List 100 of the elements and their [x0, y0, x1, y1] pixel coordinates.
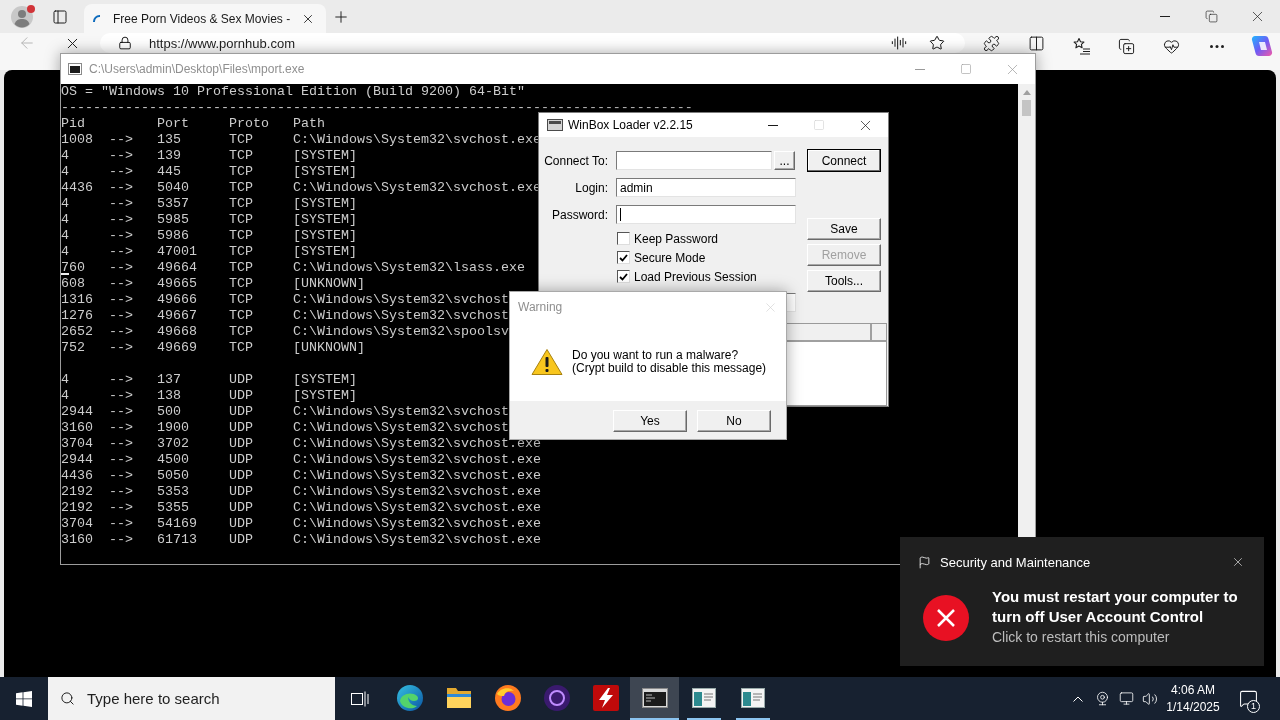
protocol-text: TCP	[229, 308, 253, 324]
dialog-button[interactable]: Tools...	[807, 270, 881, 292]
port-text: 49667	[157, 308, 197, 324]
dialog-button[interactable]: Yes	[613, 410, 687, 432]
arrow-text: -->	[109, 340, 133, 356]
task-view-icon	[351, 690, 369, 707]
pid-text: 4	[61, 228, 69, 243]
pid-text: 2652	[61, 324, 93, 339]
arrow-text: -->	[109, 452, 133, 468]
checkbox[interactable]	[617, 270, 630, 283]
path-text: C:\Windows\System32\svchost	[293, 308, 509, 324]
pid-text: 1316	[61, 292, 93, 307]
field-label: Password:	[550, 207, 608, 222]
address-field[interactable]: https://www.pornhub.com	[100, 33, 965, 53]
pid-text: 3704	[61, 436, 93, 451]
checkbox-label: Secure Mode	[634, 250, 706, 265]
path-text: C:\Windows\System32\svchost.exe	[293, 180, 541, 196]
checkbox-label: Load Previous Session	[634, 269, 757, 284]
monitor-icon	[1118, 691, 1134, 706]
port-text: 4500	[157, 452, 189, 468]
arrow-text: -->	[109, 244, 133, 260]
pid-text: 4	[61, 244, 69, 259]
path-text: C:\Windows\System32\svchost.exe	[293, 532, 541, 548]
column-header: Port	[157, 116, 189, 132]
folder-icon	[445, 686, 472, 709]
path-text: C:\Windows\System32\lsass.exe	[293, 260, 525, 276]
path-text: C:\Windows\System32\svchost.exe	[293, 468, 541, 484]
port-text: 49668	[157, 324, 197, 340]
flame-orb-icon	[494, 684, 521, 711]
protocol-text: TCP	[229, 324, 253, 340]
pid-text: 2192	[61, 484, 93, 499]
dashed-line-text: -------------------------------------------------------------------------------	[61, 100, 693, 116]
port-text: 5353	[157, 484, 189, 500]
port-text: 5040	[157, 180, 189, 196]
dialog-message: Do you want to run a malware? (Crypt build to disable this message)	[572, 348, 767, 375]
dialog-button[interactable]: No	[697, 410, 771, 432]
checkmark-icon	[619, 253, 628, 262]
dialog-button[interactable]: Save	[807, 218, 881, 240]
pid-text: 4436	[61, 180, 93, 195]
restore-icon	[1204, 10, 1218, 23]
arrow-text: -->	[109, 276, 133, 292]
port-text: 5986	[157, 228, 189, 244]
path-text: [SYSTEM]	[293, 212, 357, 228]
ring-icon	[543, 684, 570, 711]
path-text: [SYSTEM]	[293, 164, 357, 180]
toast-app-name: Security and Maintenance	[940, 554, 1091, 570]
connect-button[interactable]: Connect	[807, 149, 881, 172]
panel-icon	[52, 8, 68, 25]
browse-button[interactable]: ...	[774, 151, 795, 170]
pid-text: 3704	[61, 516, 93, 531]
pid-text: 2944	[61, 404, 93, 419]
arrow-text: -->	[109, 260, 133, 276]
path-text: C:\Windows\System32\svchost.exe	[293, 452, 541, 468]
port-text: 49664	[157, 260, 197, 276]
toast-message[interactable]: Click to restart this computer	[992, 627, 1170, 647]
lightning-tile-icon	[592, 684, 619, 711]
port-text: 54169	[157, 516, 197, 532]
notification-button[interactable]: 1	[1224, 677, 1272, 720]
port-text: 47001	[157, 244, 197, 260]
browser-tab[interactable]: Free Porn Videos & Sex Movies -	[84, 4, 326, 33]
arrow-text: -->	[109, 420, 133, 436]
protocol-text: UDP	[229, 516, 253, 532]
input-field[interactable]	[616, 151, 772, 170]
notification-badge: 1	[1247, 700, 1260, 713]
star-list-icon	[1072, 37, 1091, 55]
protocol-text: UDP	[229, 372, 253, 388]
arrow-text: -->	[109, 196, 133, 212]
arrow-text: -->	[109, 532, 133, 548]
checkbox[interactable]	[617, 251, 630, 264]
pid-text: 4	[61, 148, 69, 163]
split-screen-icon	[1028, 34, 1045, 52]
checkbox[interactable]	[617, 232, 630, 245]
protocol-text: UDP	[229, 436, 253, 452]
audio-lines-icon[interactable]	[891, 35, 907, 51]
message-icon	[1238, 689, 1258, 708]
path-text: [SYSTEM]	[293, 388, 357, 404]
path-text: C:\Windows\System32\svchost	[293, 292, 509, 308]
protocol-text: UDP	[229, 388, 253, 404]
protocol-text: UDP	[229, 452, 253, 468]
arrow-text: -->	[109, 516, 133, 532]
maximize-icon	[960, 63, 972, 75]
input-field[interactable]	[616, 205, 796, 224]
scrollbar-thumb[interactable]	[1022, 100, 1031, 116]
port-text: 1900	[157, 420, 189, 436]
terminal-window-icon	[641, 687, 668, 708]
taskbar-button[interactable]	[630, 677, 679, 720]
protocol-text: TCP	[229, 132, 253, 148]
pid-text: 608	[61, 276, 85, 291]
search-field[interactable]: Type here to search	[48, 677, 335, 720]
port-text: 3702	[157, 436, 189, 452]
path-text: [SYSTEM]	[293, 148, 357, 164]
window-icon	[740, 687, 765, 708]
star-icon[interactable]	[929, 35, 945, 51]
input-field[interactable]: admin	[616, 178, 796, 197]
puzzle-icon	[983, 34, 1000, 52]
toast-heading: You must restart your computer to turn off User Account Control	[992, 587, 1239, 627]
pid-text: 3160	[61, 532, 93, 547]
volume-icon	[1142, 690, 1158, 707]
pid-text: 4	[61, 388, 69, 403]
profile-icon	[11, 5, 33, 28]
